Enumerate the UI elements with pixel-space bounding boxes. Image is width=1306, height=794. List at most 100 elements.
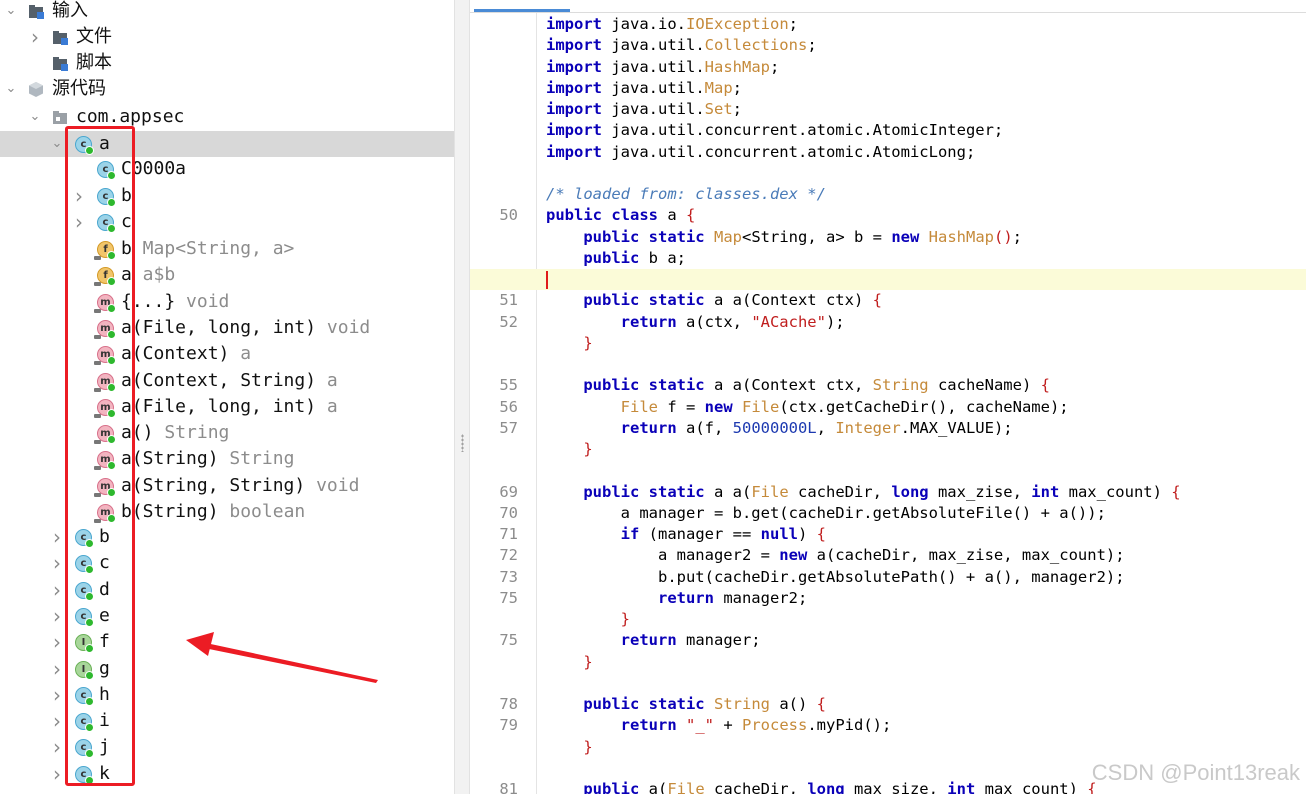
- chevron-right-icon[interactable]: ›: [50, 734, 64, 760]
- tree-item-class-j[interactable]: › c j: [0, 734, 454, 760]
- code-line: }: [470, 652, 1306, 673]
- panel-splitter[interactable]: [454, 0, 470, 794]
- tree-item-class-i[interactable]: › c i: [0, 708, 454, 734]
- code-text: public a(File cacheDir, long max_size, i…: [583, 780, 1097, 794]
- tree-item-class-b[interactable]: › c b: [0, 524, 454, 550]
- chevron-right-icon[interactable]: ›: [50, 629, 64, 655]
- chevron-down-icon[interactable]: ⌄: [4, 0, 18, 24]
- tree-item-label: k: [99, 762, 110, 784]
- chevron-right-icon[interactable]: ›: [72, 183, 86, 209]
- folder-icon: [28, 3, 45, 20]
- chevron-right-icon[interactable]: ›: [50, 682, 64, 708]
- code-line: }: [470, 609, 1306, 630]
- tree-item-inner-b[interactable]: › c b: [0, 183, 454, 209]
- field-icon: f: [94, 267, 116, 287]
- code-text: /* loaded from: classes.dex */: [546, 185, 826, 203]
- chevron-down-icon[interactable]: ⌄: [4, 76, 18, 102]
- code-line: 70 a manager = b.get(cacheDir.getAbsolut…: [470, 503, 1306, 524]
- tree-item-member[interactable]: m a(String, String) void: [0, 473, 454, 499]
- text-cursor: [546, 271, 548, 289]
- tree-item-class-k[interactable]: › c k: [0, 761, 454, 787]
- chevron-right-icon[interactable]: ›: [50, 708, 64, 734]
- tree-item-class-c[interactable]: › c c: [0, 550, 454, 576]
- tree-item-inner-class[interactable]: c C0000a: [0, 156, 454, 182]
- tree-item-member[interactable]: m a(String) String: [0, 446, 454, 472]
- line-number: 71: [499, 525, 518, 543]
- tree-item-member[interactable]: m a(File, long, int) a: [0, 394, 454, 420]
- field-icon: f: [94, 241, 116, 260]
- code-text: public class a {: [546, 206, 696, 225]
- code-line: 71 if (manager == null) {: [470, 524, 1306, 545]
- code-text: public b a;: [583, 248, 686, 267]
- tree-item-member[interactable]: m {...} void: [0, 289, 454, 315]
- chevron-right-icon[interactable]: ›: [50, 577, 64, 603]
- tree-item-scripts[interactable]: 脚本: [0, 50, 454, 76]
- chevron-right-icon[interactable]: ›: [28, 24, 42, 50]
- tree-item-member[interactable]: m a(Context) a: [0, 341, 454, 367]
- tree-item-member[interactable]: m a(Context, String) a: [0, 368, 454, 394]
- tree-item-member[interactable]: m a(File, long, int) void: [0, 315, 454, 341]
- code-line: 75 return manager;: [470, 630, 1306, 651]
- tree-item-label: d: [99, 578, 110, 600]
- chevron-right-icon[interactable]: ›: [50, 524, 64, 550]
- tree-item-class-h[interactable]: › c h: [0, 682, 454, 708]
- method-icon: m: [94, 293, 116, 313]
- code-editor[interactable]: import java.io.IOException; import java.u…: [470, 0, 1306, 794]
- line-number: 81: [499, 780, 518, 794]
- class-icon: c: [97, 161, 116, 180]
- tree-item-label: com.appsec: [76, 106, 185, 127]
- code-line: 69 public static a a(File cacheDir, long…: [470, 482, 1306, 503]
- tree-item-label: b: [99, 526, 110, 547]
- method-icon: m: [94, 346, 116, 366]
- chevron-right-icon[interactable]: ›: [50, 761, 64, 787]
- code-line: 55 public static a a(Context ctx, String…: [470, 375, 1306, 396]
- tree-item-label: a(File, long, int) a: [121, 395, 338, 417]
- chevron-right-icon[interactable]: ›: [50, 656, 64, 682]
- chevron-down-icon[interactable]: ⌄: [28, 104, 42, 130]
- class-icon: c: [75, 739, 94, 759]
- tree-item-files[interactable]: › 文件: [0, 24, 454, 50]
- tree-item-member[interactable]: f b Map<String, a>: [0, 236, 454, 262]
- line-number: 72: [499, 546, 518, 565]
- code-line: 72 a manager2 = new a(cacheDir, max_zise…: [470, 545, 1306, 566]
- tree-item-source[interactable]: ⌄ 源代码: [0, 76, 454, 102]
- tree-item-label: {...} void: [121, 290, 230, 312]
- tree-item-label: a(Context) a: [121, 343, 252, 365]
- chevron-right-icon[interactable]: ›: [72, 209, 86, 235]
- code-line: import java.util.HashMap;: [470, 57, 1306, 78]
- code-text: import java.util.concurrent.atomic.Atomi…: [546, 121, 1004, 140]
- code-text: }: [620, 610, 630, 628]
- code-text: import java.io.IOException;: [546, 15, 798, 33]
- line-number: 73: [499, 567, 518, 586]
- watermark: CSDN @Point13reak: [1091, 760, 1300, 785]
- tree-item-class-d[interactable]: › c d: [0, 577, 454, 603]
- chevron-right-icon[interactable]: ›: [50, 550, 64, 576]
- tree-item-member[interactable]: m a() String: [0, 420, 454, 446]
- tree-item-member[interactable]: m b(String) boolean: [0, 499, 454, 525]
- tree-item-label: b(String) boolean: [121, 501, 306, 522]
- class-icon: c: [75, 555, 94, 575]
- code-text: a manager = b.get(cacheDir.getAbsoluteFi…: [546, 503, 1106, 522]
- tree-item-label: c: [99, 552, 110, 574]
- tree-item-inner-c[interactable]: › c c: [0, 209, 454, 235]
- code-text: import java.util.Map;: [546, 78, 742, 97]
- class-icon: c: [75, 686, 94, 706]
- tree-item-class-f[interactable]: › If: [0, 629, 454, 655]
- tree-item-package[interactable]: ⌄ com.appsec: [0, 104, 454, 130]
- tree-item-member[interactable]: fa a$b: [0, 262, 454, 288]
- tree-item-class-g[interactable]: › Ig: [0, 656, 454, 682]
- method-icon: m: [94, 398, 116, 418]
- tree-item-input[interactable]: ⌄ 输入: [0, 0, 454, 24]
- tree-item-label: g: [99, 657, 110, 679]
- code-line: 73 b.put(cacheDir.getAbsolutePath() + a(…: [470, 567, 1306, 588]
- line-number: 50: [499, 206, 518, 225]
- code-text: return manager;: [620, 631, 761, 650]
- chevron-right-icon[interactable]: ›: [50, 603, 64, 629]
- tree-item-class-e[interactable]: › c e: [0, 603, 454, 629]
- line-number: 75: [499, 631, 518, 650]
- tree-item-label: a() String: [121, 422, 230, 444]
- chevron-down-icon[interactable]: ⌄: [50, 131, 64, 157]
- tree-item-class-a[interactable]: ⌄ c a: [0, 131, 454, 157]
